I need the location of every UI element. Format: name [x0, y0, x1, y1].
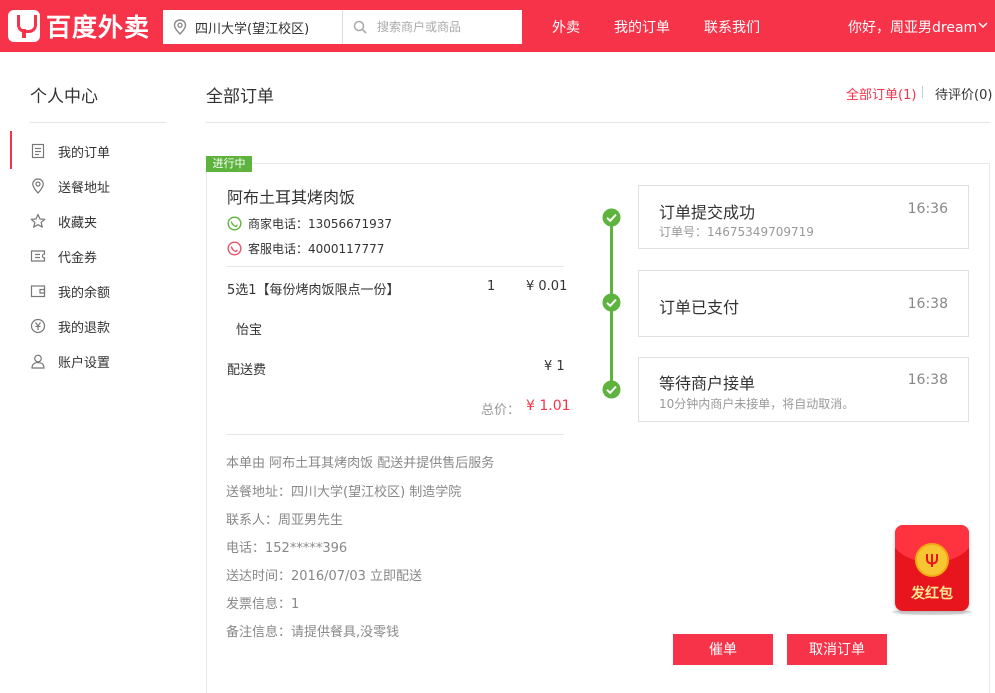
yen-refund-icon [30, 318, 46, 334]
tab-divider [922, 86, 923, 98]
sidebar-divider [30, 122, 166, 123]
timeline-step-submitted: 订单提交成功 16:36 订单号：14675349709719 [638, 185, 969, 249]
phone-icon [227, 216, 242, 231]
timeline-step-title: 订单已支付 [659, 298, 740, 317]
user-icon [31, 354, 45, 369]
merchant-phone: 商家电话：13056671937 [227, 215, 392, 232]
sidebar-item-favorites[interactable]: 收藏夹 [30, 211, 97, 231]
tab-pending-review[interactable]: 待评价(0) [935, 84, 992, 103]
total-price: ¥ 1.01 [526, 398, 571, 414]
delivery-fee-label: 配送费 [227, 363, 267, 378]
info-service-note: 本单由 阿布土耳其烤肉饭 配送并提供售后服务 [226, 456, 495, 471]
sidebar-item-refunds[interactable]: 我的退款 [30, 316, 110, 336]
merchant-phone-text: 商家电话：13056671937 [248, 217, 392, 231]
location-pin-icon [173, 19, 187, 35]
sidebar-item-label: 账户设置 [58, 355, 111, 371]
urge-order-button[interactable]: 催单 [673, 634, 773, 665]
sidebar-item-label: 代金券 [58, 250, 98, 266]
coupon-icon [30, 250, 46, 262]
address-text: 四川大学(望江校区) [195, 21, 310, 37]
sidebar-item-label: 我的退款 [58, 320, 111, 336]
page-title: 全部订单 [206, 87, 274, 107]
info-contact: 联系人：周亚男先生 [226, 513, 344, 528]
info-address: 送餐地址：四川大学(望江校区) 制造学院 [226, 485, 462, 500]
top-header: 百度外卖 四川大学(望江校区) 外卖 我的订单 联系我们 你好，周亚男dream [0, 0, 995, 52]
sidebar-item-account-settings[interactable]: 账户设置 [30, 351, 110, 371]
nav-my-orders[interactable]: 我的订单 [614, 0, 670, 52]
divider [227, 434, 564, 435]
sidebar-title: 个人中心 [30, 87, 98, 107]
timeline-step-paid: 订单已支付 16:38 [638, 270, 969, 337]
order-number: 订单号：14675349709719 [659, 225, 814, 239]
delivery-fee-value: ¥ 1 [544, 359, 565, 374]
status-badge: 进行中 [206, 156, 252, 172]
search-input[interactable] [377, 20, 517, 34]
timeline-step-note: 10分钟内商户未接单，将自动取消。 [659, 397, 855, 411]
search-icon [353, 20, 367, 34]
address-selector[interactable]: 四川大学(望江校区) [163, 10, 343, 44]
sidebar-item-my-orders[interactable]: 我的订单 [30, 141, 110, 161]
fork-bowl-icon [926, 554, 938, 567]
timeline-step-title: 订单提交成功 [659, 203, 756, 222]
sidebar-active-indicator [10, 131, 12, 169]
wallet-icon [30, 285, 46, 298]
location-pin-icon [32, 178, 44, 194]
timeline-step-waiting: 等待商户接单 16:38 10分钟内商户未接单，将自动取消。 [638, 357, 969, 422]
sidebar-item-label: 收藏夹 [58, 215, 98, 231]
red-packet-label: 发红包 [911, 586, 953, 602]
list-icon [31, 143, 45, 159]
logo-text: 百度外卖 [46, 13, 151, 42]
search-box[interactable] [343, 10, 522, 44]
sidebar-item-delivery-address[interactable]: 送餐地址 [30, 176, 110, 196]
red-packet-button[interactable]: 发红包 [895, 525, 969, 611]
divider [227, 266, 564, 267]
shop-name[interactable]: 阿布土耳其烤肉饭 [227, 184, 355, 208]
timeline-step-time: 16:38 [907, 372, 948, 388]
item-price: ¥ 0.01 [526, 279, 568, 294]
info-phone: 电话：152*****396 [226, 541, 348, 556]
star-icon [30, 213, 46, 228]
sidebar-item-label: 送餐地址 [58, 180, 111, 196]
phone-icon [227, 241, 242, 256]
total-label: 总价： [481, 403, 521, 418]
sidebar-item-label: 我的订单 [58, 145, 111, 161]
nav-waimai[interactable]: 外卖 [552, 0, 580, 52]
item-note: 怡宝 [236, 323, 263, 338]
content-divider [206, 122, 990, 123]
sidebar-item-coupons[interactable]: 代金券 [30, 246, 97, 266]
timeline-step-title: 等待商户接单 [659, 374, 756, 393]
sidebar-item-balance[interactable]: 我的余额 [30, 281, 110, 301]
user-greeting[interactable]: 你好，周亚男dream [848, 0, 977, 52]
item-name: 5选1【每份烤肉饭限点一份】 [227, 283, 400, 298]
nav-contact-us[interactable]: 联系我们 [704, 0, 760, 52]
chevron-down-icon[interactable] [978, 20, 988, 30]
check-circle-icon [602, 380, 621, 399]
service-phone-text: 客服电话：4000117777 [248, 242, 385, 256]
logo[interactable]: 百度外卖 [8, 9, 150, 43]
tab-all-orders[interactable]: 全部订单(1) [846, 84, 916, 103]
check-circle-icon [602, 208, 621, 227]
cancel-order-button[interactable]: 取消订单 [787, 634, 887, 665]
fork-bowl-logo-icon [8, 10, 40, 42]
info-delivery-time: 送达时间：2016/07/03 立即配送 [226, 569, 423, 584]
check-circle-icon [602, 293, 621, 312]
service-phone: 客服电话：4000117777 [227, 240, 384, 257]
sidebar-item-label: 我的余额 [58, 285, 111, 301]
gold-coin-icon [915, 543, 949, 577]
timeline-step-time: 16:38 [907, 296, 948, 312]
info-invoice: 发票信息：1 [226, 597, 300, 612]
timeline-step-time: 16:36 [907, 201, 948, 217]
info-remarks: 备注信息：请提供餐具,没零钱 [226, 625, 400, 640]
item-quantity: 1 [487, 279, 496, 294]
